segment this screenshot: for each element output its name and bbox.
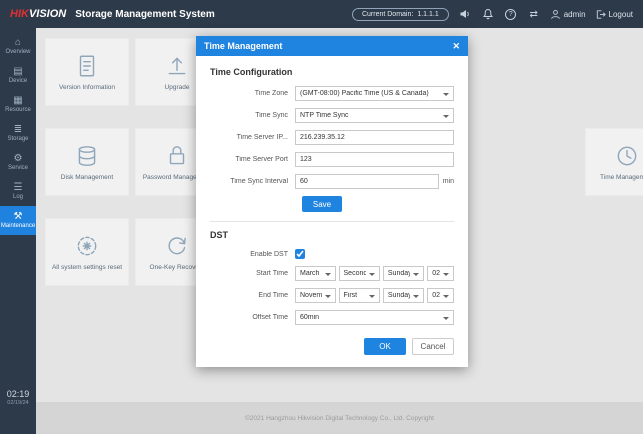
end-hour-select[interactable]: 02	[427, 288, 454, 303]
time-sync-interval-label: Time Sync Interval	[210, 178, 295, 185]
start-day-select[interactable]: Sunday	[383, 266, 424, 281]
current-domain-value: 1.1.1.1	[417, 11, 438, 18]
logout-icon	[595, 9, 606, 20]
sidebar-item-resource[interactable]: ▦ Resource	[0, 90, 36, 119]
enable-dst-label: Enable DST	[210, 251, 295, 258]
time-zone-select[interactable]: (GMT-08:00) Pacific Time (US & Canada)	[295, 86, 454, 101]
section-dst: DST	[210, 230, 454, 240]
logo-vision: VISION	[29, 8, 66, 20]
close-icon[interactable]: ✕	[452, 42, 460, 51]
sidebar-item-storage[interactable]: ≣ Storage	[0, 119, 36, 148]
sidebar-clock: 02:19 02/19/24	[0, 389, 36, 406]
log-icon: ☰	[14, 183, 23, 193]
copyright-text: ©2021 Hangzhou Hikvision Digital Technol…	[245, 415, 434, 422]
storage-management-app: HIKVISION Storage Management System Curr…	[0, 0, 643, 434]
user-menu[interactable]: admin	[550, 9, 586, 20]
current-domain-badge: Current Domain: 1.1.1.1	[352, 8, 449, 21]
top-header: HIKVISION Storage Management System Curr…	[0, 0, 643, 28]
dialog-title: Time Management	[204, 41, 282, 51]
recovery-icon	[164, 233, 190, 259]
logout-label: Logout	[609, 10, 633, 19]
dialog-footer: OK Cancel	[210, 338, 454, 355]
section-divider	[210, 221, 454, 222]
time-sync-select[interactable]: NTP Time Sync	[295, 108, 454, 123]
time-server-port-label: Time Server Port	[210, 156, 295, 163]
service-icon: ⚙	[14, 154, 23, 164]
sidebar-item-log[interactable]: ☰ Log	[0, 177, 36, 206]
section-time-configuration: Time Configuration	[210, 67, 454, 77]
card-all-system-settings-reset[interactable]: All system settings reset	[45, 218, 129, 286]
end-time-label: End Time	[210, 292, 295, 299]
time-server-ip-label: Time Server IP...	[210, 134, 295, 141]
save-button[interactable]: Save	[302, 196, 342, 212]
storage-icon: ≣	[14, 125, 22, 135]
clock-date: 02/19/24	[0, 400, 36, 406]
alarm-bell-icon[interactable]	[481, 7, 495, 21]
help-icon[interactable]: ?	[504, 7, 518, 21]
disk-icon	[74, 143, 100, 169]
clock-icon	[614, 143, 640, 169]
time-management-dialog: Time Management ✕ Time Configuration Tim…	[196, 36, 468, 367]
enable-dst-checkbox[interactable]	[295, 249, 305, 259]
sidebar-nav: ⌂ Overview ▤ Device ▦ Resource ≣ Storage…	[0, 28, 36, 434]
time-sync-label: Time Sync	[210, 112, 295, 119]
dialog-titlebar: Time Management ✕	[196, 36, 468, 56]
app-title: Storage Management System	[75, 9, 215, 20]
dialog-body: Time Configuration Time Zone (GMT-08:00)…	[196, 56, 468, 367]
logo-hik: HIK	[10, 8, 29, 20]
interval-unit: min	[443, 178, 454, 185]
end-week-select[interactable]: First	[339, 288, 380, 303]
sidebar-item-device[interactable]: ▤ Device	[0, 61, 36, 90]
offset-time-label: Offset Time	[210, 314, 295, 321]
start-hour-select[interactable]: 02	[427, 266, 454, 281]
end-month-select[interactable]: November	[295, 288, 336, 303]
resource-icon: ▦	[13, 96, 22, 106]
hikvision-logo: HIKVISION	[10, 8, 66, 20]
user-icon	[550, 9, 561, 20]
ok-button[interactable]: OK	[364, 338, 406, 355]
cancel-button[interactable]: Cancel	[412, 338, 454, 355]
time-server-port-input[interactable]	[295, 152, 454, 167]
start-month-select[interactable]: March	[295, 266, 336, 281]
time-sync-interval-input[interactable]	[295, 174, 439, 189]
maintenance-icon: ⚒	[14, 212, 23, 222]
sidebar-item-maintenance[interactable]: ⚒ Maintenance	[0, 206, 36, 235]
card-disk-management[interactable]: Disk Management	[45, 128, 129, 196]
switch-icon[interactable]: ⇄	[527, 7, 541, 21]
current-domain-label: Current Domain:	[362, 11, 413, 18]
start-week-select[interactable]: Second	[339, 266, 380, 281]
announcement-icon[interactable]	[458, 7, 472, 21]
card-version-information[interactable]: Version Information	[45, 38, 129, 106]
time-server-ip-input[interactable]	[295, 130, 454, 145]
card-time-management[interactable]: Time Management	[585, 128, 643, 196]
start-time-label: Start Time	[210, 270, 295, 277]
sidebar-item-overview[interactable]: ⌂ Overview	[0, 32, 36, 61]
document-icon	[74, 53, 100, 79]
username: admin	[564, 10, 586, 19]
offset-time-select[interactable]: 60min	[295, 310, 454, 325]
time-zone-label: Time Zone	[210, 90, 295, 97]
lock-icon	[164, 143, 190, 169]
upload-icon	[164, 53, 190, 79]
reset-icon	[74, 233, 100, 259]
logout-button[interactable]: Logout	[595, 9, 633, 20]
clock-time: 02:19	[0, 389, 36, 399]
end-day-select[interactable]: Sunday	[383, 288, 424, 303]
sidebar-item-service[interactable]: ⚙ Service	[0, 148, 36, 177]
footer: ©2021 Hangzhou Hikvision Digital Technol…	[36, 402, 643, 434]
device-icon: ▤	[13, 67, 22, 77]
overview-icon: ⌂	[15, 38, 21, 48]
